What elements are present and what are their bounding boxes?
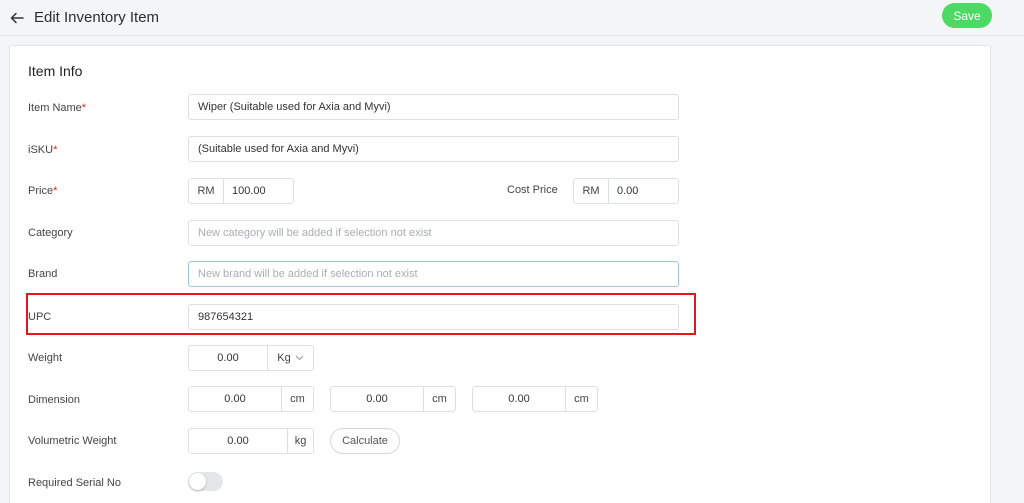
category-label: Category	[28, 227, 73, 239]
volumetric-weight-unit: kg	[294, 435, 307, 447]
volumetric-weight-input[interactable]	[189, 429, 288, 453]
cost-price-field: RM	[573, 178, 679, 204]
price-input[interactable]	[224, 179, 293, 203]
dimension-unit: cm	[290, 393, 305, 405]
upc-label: UPC	[28, 311, 52, 323]
item-name-input[interactable]	[188, 94, 679, 120]
price-currency: RM	[189, 179, 224, 203]
cost-price-input[interactable]	[609, 179, 678, 203]
weight-field: Kg	[188, 345, 314, 371]
required-mark: *	[53, 185, 58, 197]
cost-price-label: Cost Price	[507, 184, 558, 196]
page-title: Edit Inventory Item	[34, 9, 160, 26]
price-label: Price*	[28, 185, 58, 197]
toggle-knob	[189, 473, 206, 490]
category-input[interactable]	[188, 220, 679, 246]
weight-input[interactable]	[189, 346, 268, 370]
dimension-length-field: cm	[188, 386, 314, 412]
dimension-unit: cm	[432, 393, 447, 405]
dimension-unit: cm	[574, 393, 589, 405]
price-field: RM	[188, 178, 294, 204]
isku-input[interactable]	[188, 136, 679, 162]
calculate-button[interactable]: Calculate	[330, 428, 400, 454]
required-mark: *	[81, 102, 87, 114]
item-info-card: Item Info Item Name* iSKU* Price* RM Cos…	[9, 45, 991, 503]
section-title: Item Info	[28, 63, 83, 79]
chevron-down-icon	[295, 355, 304, 361]
serial-no-toggle[interactable]	[188, 472, 223, 491]
cost-price-currency: RM	[574, 179, 609, 203]
brand-label: Brand	[28, 268, 58, 280]
serial-no-label: Required Serial No	[28, 477, 121, 489]
dimension-height-input[interactable]	[473, 387, 566, 411]
weight-unit-select[interactable]: Kg	[268, 346, 313, 370]
arrow-left-icon[interactable]	[9, 10, 25, 26]
volumetric-weight-label: Volumetric Weight	[28, 435, 117, 447]
save-button[interactable]: Save	[942, 3, 992, 28]
brand-input[interactable]	[188, 261, 679, 287]
dimension-width-input[interactable]	[331, 387, 424, 411]
dimension-width-field: cm	[330, 386, 456, 412]
dimension-label: Dimension	[28, 394, 80, 406]
item-name-label: Item Name*	[28, 102, 87, 114]
weight-label: Weight	[28, 352, 63, 364]
required-mark: *	[53, 144, 58, 156]
volumetric-weight-field: kg	[188, 428, 314, 454]
isku-label: iSKU*	[28, 144, 58, 156]
upc-input[interactable]	[188, 304, 679, 330]
dimension-height-field: cm	[472, 386, 598, 412]
dimension-length-input[interactable]	[189, 387, 282, 411]
page-header: Edit Inventory Item Save	[0, 0, 1024, 36]
weight-unit-value: Kg	[277, 352, 291, 364]
